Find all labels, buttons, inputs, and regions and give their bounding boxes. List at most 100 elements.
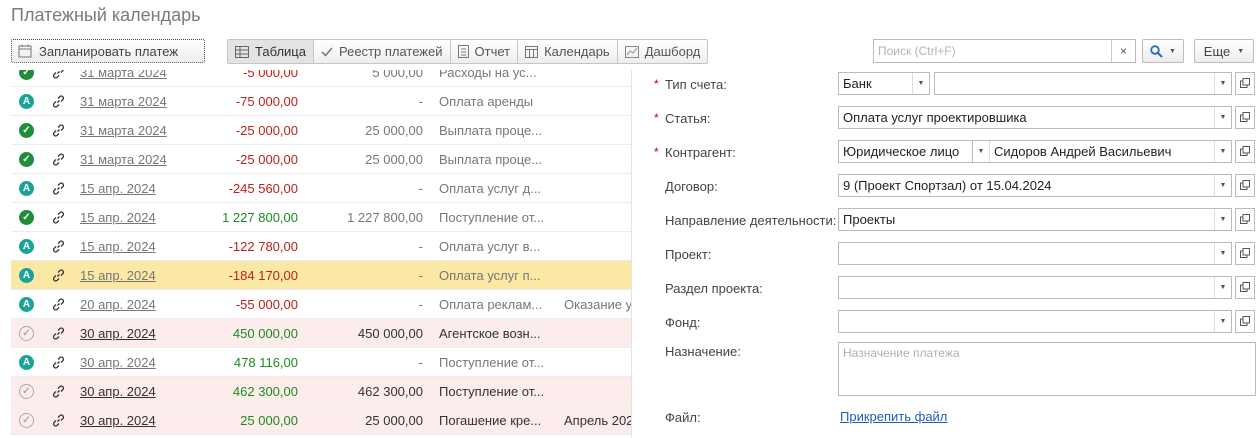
open-fund-button[interactable] [1235, 310, 1255, 333]
link-icon[interactable] [52, 203, 68, 232]
status-cell: ✓ [19, 319, 37, 348]
search-placeholder: Поиск (Ctrl+F) [878, 44, 956, 58]
section-select[interactable]: ▼ [838, 276, 1232, 299]
required-mark: * [654, 111, 659, 125]
link-icon[interactable] [52, 377, 68, 406]
table-row[interactable]: ✓ 31 марта 2024 -5 000,00 5 000,00 Расходы н… [11, 70, 631, 87]
description-cell: Оплата услуг в... [439, 239, 541, 254]
status-cell: A [19, 232, 37, 261]
contract-label: Договор: [665, 179, 718, 194]
open-section-button[interactable] [1235, 276, 1255, 299]
date-cell[interactable]: 15 апр. 2024 [80, 203, 190, 232]
counterparty-type-select[interactable]: Юридическое лицо ▼ [838, 140, 990, 163]
table-row[interactable]: A 15 апр. 2024 -245 560,00 - Оплата услуг д.… [11, 174, 631, 203]
tab-table[interactable]: Таблица [228, 40, 314, 63]
fund-select[interactable]: ▼ [838, 310, 1232, 333]
table-row[interactable]: ✓ 15 апр. 2024 1 227 800,00 1 227 800,00 Пос… [11, 203, 631, 232]
date-cell[interactable]: 15 апр. 2024 [80, 174, 190, 203]
calendar-icon [525, 45, 539, 58]
open-direction-button[interactable] [1235, 208, 1255, 231]
table-row[interactable]: A 15 апр. 2024 -184 170,00 - Оплата услуг п.… [11, 261, 631, 290]
open-counterparty-button[interactable] [1235, 140, 1255, 163]
status-cell: ✓ [19, 406, 37, 435]
table-row[interactable]: ✓ 31 марта 2024 -25 000,00 25 000,00 Выплата… [11, 145, 631, 174]
table-row[interactable]: ✓ 30 апр. 2024 450 000,00 450 000,00 Агентск… [11, 319, 631, 348]
tab-registry[interactable]: Реестр платежей [314, 40, 451, 63]
date-cell[interactable]: 31 марта 2024 [80, 87, 190, 116]
table-row[interactable]: A 30 апр. 2024 478 116,00 - Поступление от..… [11, 348, 631, 377]
tab-calendar[interactable]: Календарь [518, 40, 618, 63]
note-cell [564, 87, 631, 116]
required-mark: * [654, 77, 659, 91]
link-icon[interactable] [52, 232, 68, 261]
tab-dashboard[interactable]: Дашборд [618, 40, 708, 63]
date-cell[interactable]: 30 апр. 2024 [80, 319, 190, 348]
article-value: Оплата услуг проектировшика [843, 110, 1027, 125]
chevron-down-icon: ▼ [1214, 243, 1231, 264]
date-cell[interactable]: 31 марта 2024 [80, 70, 190, 87]
tab-report[interactable]: Отчет [451, 40, 519, 63]
project-label: Проект: [665, 247, 712, 262]
payment-form: * Тип счета: Банк ▼ ▼ * Статья: Оплата у… [646, 70, 1259, 438]
search-button[interactable]: ▼ [1142, 39, 1184, 63]
description-cell: Оплата услуг д... [439, 181, 542, 196]
link-icon[interactable] [52, 174, 68, 203]
link-icon[interactable] [52, 406, 68, 435]
date-cell[interactable]: 31 марта 2024 [80, 145, 190, 174]
paid-cell: 25 000,00 [365, 123, 423, 138]
approved-status-icon: A [19, 297, 34, 312]
article-select[interactable]: Оплата услуг проектировшика ▼ [838, 106, 1232, 129]
tab-registry-label: Реестр платежей [338, 44, 443, 59]
plan-payment-button[interactable]: Запланировать платеж [11, 39, 205, 63]
amount-cell: -5 000,00 [243, 70, 298, 80]
table-row[interactable]: ✓ 31 марта 2024 -25 000,00 25 000,00 Выплата… [11, 116, 631, 145]
description-cell: Поступление от... [439, 355, 545, 370]
link-icon[interactable] [52, 116, 68, 145]
paid-cell: 25 000,00 [365, 413, 423, 428]
amount-cell: 478 116,00 [233, 355, 298, 370]
link-icon[interactable] [52, 348, 68, 377]
date-cell[interactable]: 30 апр. 2024 [80, 406, 190, 435]
open-project-button[interactable] [1235, 242, 1255, 265]
date-cell[interactable]: 15 апр. 2024 [80, 261, 190, 290]
description-cell: Выплата проце... [439, 123, 543, 138]
open-contract-button[interactable] [1235, 174, 1255, 197]
open-article-button[interactable] [1235, 106, 1255, 129]
link-icon[interactable] [52, 261, 68, 290]
link-icon[interactable] [52, 70, 68, 87]
purpose-textarea[interactable]: Назначение платежа [838, 342, 1256, 396]
table-row[interactable]: ✓ 30 апр. 2024 25 000,00 25 000,00 Погашение… [11, 406, 631, 435]
date-cell[interactable]: 30 апр. 2024 [80, 377, 190, 406]
planned-status-icon: ✓ [19, 326, 34, 341]
open-account-button[interactable] [1235, 72, 1255, 95]
attach-file-link[interactable]: Прикрепить файл [840, 409, 947, 424]
open-icon [1240, 144, 1250, 159]
project-select[interactable]: ▼ [838, 242, 1232, 265]
direction-select[interactable]: Проекты ▼ [838, 208, 1232, 231]
fund-label: Фонд: [665, 315, 701, 330]
link-icon[interactable] [52, 87, 68, 116]
more-button[interactable]: Еще ▼ [1194, 39, 1254, 63]
date-cell[interactable]: 30 апр. 2024 [80, 348, 190, 377]
contract-select[interactable]: 9 (Проект Спортзал) от 15.04.2024 ▼ [838, 174, 1232, 197]
date-cell[interactable]: 31 марта 2024 [80, 116, 190, 145]
clear-search-icon[interactable]: × [1111, 40, 1135, 62]
note-cell [564, 145, 631, 174]
amount-cell: 450 000,00 [232, 326, 298, 341]
search-input[interactable]: Поиск (Ctrl+F) × [873, 39, 1136, 63]
account-select[interactable]: ▼ [934, 72, 1232, 95]
account-type-select[interactable]: Банк ▼ [838, 72, 930, 95]
description-cell: Выплата проце... [439, 152, 543, 167]
counterparty-select[interactable]: ▼ Сидоров Андрей Васильевич ▼ [972, 140, 1232, 163]
link-icon[interactable] [52, 145, 68, 174]
date-cell[interactable]: 20 апр. 2024 [80, 290, 190, 319]
table-row[interactable]: A 20 апр. 2024 -55 000,00 - Оплата реклам...… [11, 290, 631, 319]
table-row[interactable]: ✓ 30 апр. 2024 462 300,00 462 300,00 Поступл… [11, 377, 631, 406]
date-cell[interactable]: 15 апр. 2024 [80, 232, 190, 261]
table-row[interactable]: A 15 апр. 2024 -122 780,00 - Оплата услуг в.… [11, 232, 631, 261]
link-icon[interactable] [52, 290, 68, 319]
table-row[interactable]: A 31 марта 2024 -75 000,00 - Оплата аренды [11, 87, 631, 116]
open-icon [1240, 212, 1250, 227]
paid-cell: 25 000,00 [365, 152, 423, 167]
link-icon[interactable] [52, 319, 68, 348]
